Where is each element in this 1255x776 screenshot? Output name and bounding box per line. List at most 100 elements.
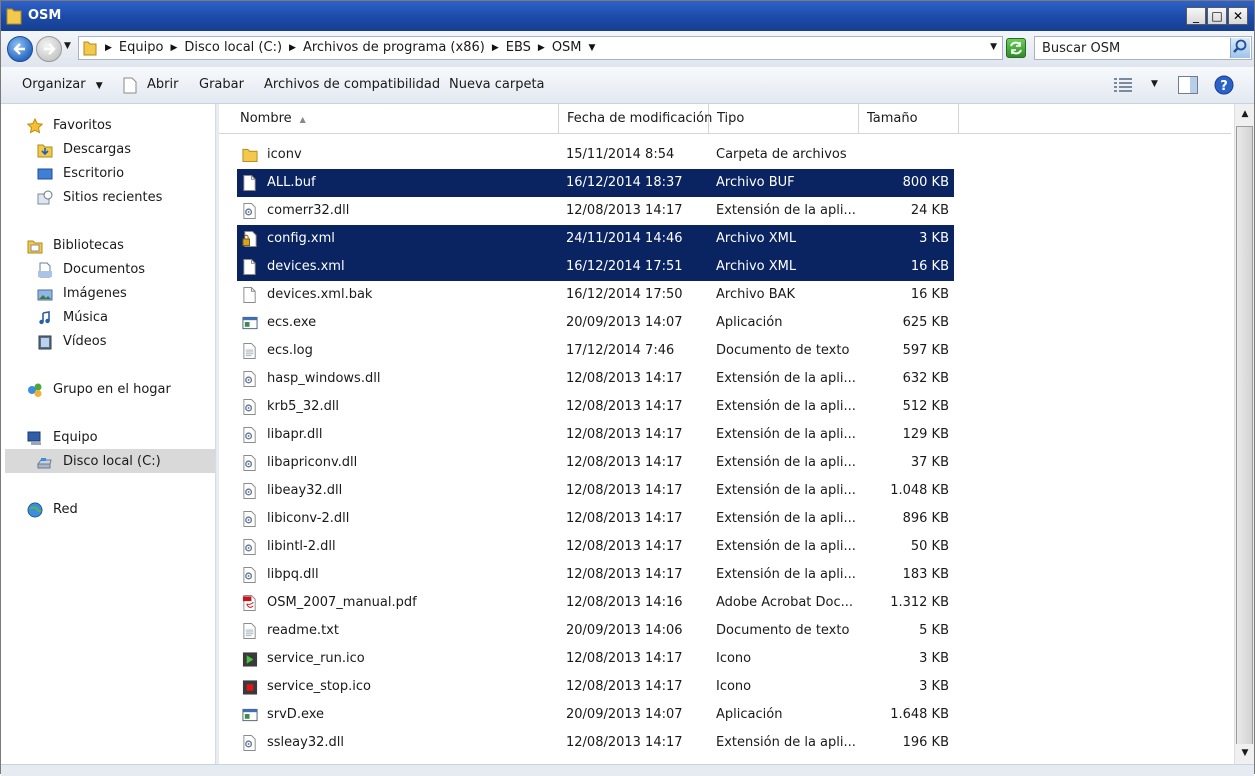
burn-button[interactable]: Grabar <box>199 77 244 92</box>
file-row[interactable]: ecs.exe 20/09/2013 14:07 Aplicación 625 KB <box>237 309 954 337</box>
preview-pane-icon[interactable] <box>1178 76 1198 94</box>
view-options-dropdown-icon[interactable]: ▼ <box>1151 79 1158 89</box>
file-date: 20/09/2013 14:06 <box>566 623 683 638</box>
nav-label: Disco local (C:) <box>63 454 161 469</box>
text-file-icon <box>243 623 256 639</box>
file-type: Extensión de la apli... <box>716 399 856 414</box>
breadcrumb-item[interactable]: Disco local (C:) <box>181 40 285 55</box>
open-button[interactable]: Abrir <box>147 77 178 92</box>
title-bar[interactable]: OSM _ □ ✕ <box>1 1 1254 31</box>
file-date: 12/08/2013 14:17 <box>566 455 683 470</box>
file-name: krb5_32.dll <box>267 399 340 414</box>
file-row[interactable]: libiconv-2.dll 12/08/2013 14:17 Extensión … <box>237 505 954 533</box>
breadcrumb-separator-icon[interactable]: ▶ <box>285 43 300 53</box>
scrollbar-thumb[interactable] <box>1236 126 1253 746</box>
file-row[interactable]: ecs.log 17/12/2014 7:46 Documento de texto… <box>237 337 954 365</box>
pdf-file-icon <box>242 595 256 611</box>
column-header-date[interactable]: Fecha de modificación <box>559 104 712 133</box>
vertical-scrollbar[interactable]: ▲ ▼ <box>1234 104 1254 764</box>
file-name: service_run.ico <box>267 651 365 666</box>
file-name: devices.xml.bak <box>267 287 373 302</box>
close-button[interactable]: ✕ <box>1228 7 1248 25</box>
breadcrumb-separator-icon[interactable]: ▶ <box>488 43 503 53</box>
file-row[interactable]: hasp_windows.dll 12/08/2013 14:17 Extensió… <box>237 365 954 393</box>
column-header-type[interactable]: Tipo <box>709 104 859 133</box>
dll-file-icon <box>243 539 256 555</box>
forward-button[interactable] <box>36 36 62 62</box>
file-row[interactable]: srvD.exe 20/09/2013 14:07 Aplicación 1.648 … <box>237 701 954 729</box>
help-icon[interactable]: ? <box>1214 75 1234 95</box>
file-name: service_stop.ico <box>267 679 371 694</box>
file-row[interactable]: iconv 15/11/2014 8:54 Carpeta de archivos <box>237 141 954 169</box>
homegroup-icon <box>28 383 42 397</box>
nav-label: Sitios recientes <box>63 190 163 205</box>
maximize-button[interactable]: □ <box>1207 7 1227 25</box>
column-header-size[interactable]: Tamaño <box>859 104 959 133</box>
back-button[interactable] <box>7 36 33 62</box>
dll-file-icon <box>243 399 256 415</box>
folder-icon <box>242 148 258 163</box>
pane-splitter[interactable] <box>215 104 219 764</box>
file-type: Archivo XML <box>716 231 797 246</box>
file-row[interactable]: devices.xml.bak 16/12/2014 17:50 Archivo B… <box>237 281 954 309</box>
scroll-up-icon[interactable]: ▲ <box>1236 105 1254 123</box>
file-type: Archivo XML <box>716 259 797 274</box>
breadcrumb-separator-icon[interactable]: ▶ <box>166 43 181 53</box>
breadcrumb-separator-icon[interactable]: ▶ <box>534 43 549 53</box>
breadcrumb-separator-icon[interactable]: ▼ <box>585 43 600 53</box>
file-row[interactable]: readme.txt 20/09/2013 14:06 Documento de t… <box>237 617 954 645</box>
file-row[interactable]: service_run.ico 12/08/2013 14:17 Icono 3 KB <box>237 645 954 673</box>
breadcrumb-item[interactable]: Equipo <box>116 40 167 55</box>
column-header: Nombre ▲ Fecha de modificación Tipo Tamañ… <box>219 104 1231 134</box>
organize-label: Organizar <box>22 77 86 92</box>
search-button[interactable] <box>1230 38 1250 58</box>
file-row[interactable]: krb5_32.dll 12/08/2013 14:17 Extensión de … <box>237 393 954 421</box>
file-name: hasp_windows.dll <box>267 371 381 386</box>
file-row[interactable]: comerr32.dll 12/08/2013 14:17 Extensión de… <box>237 197 954 225</box>
network-globe-icon <box>27 502 43 518</box>
folder-icon <box>6 8 22 25</box>
column-header-name[interactable]: Nombre ▲ <box>219 104 559 133</box>
file-row[interactable]: libpq.dll 12/08/2013 14:17 Extensión de la… <box>237 561 954 589</box>
file-name: devices.xml <box>267 259 345 274</box>
recent-pages-dropdown-icon[interactable]: ▼ <box>64 41 71 51</box>
scroll-down-icon[interactable]: ▼ <box>1236 744 1254 762</box>
file-date: 12/08/2013 14:17 <box>566 539 683 554</box>
search-input[interactable]: Buscar OSM <box>1034 36 1252 60</box>
refresh-button[interactable] <box>1006 38 1026 58</box>
file-row[interactable]: libapriconv.dll 12/08/2013 14:17 Extensión… <box>237 449 954 477</box>
organize-menu[interactable]: Organizar ▼ <box>22 77 103 92</box>
file-row[interactable]: OSM_2007_manual.pdf 12/08/2013 14:16 Adobe… <box>237 589 954 617</box>
file-row[interactable]: service_stop.ico 12/08/2013 14:17 Icono 3 K… <box>237 673 954 701</box>
file-row[interactable]: libapr.dll 12/08/2013 14:17 Extensión de l… <box>237 421 954 449</box>
file-type: Extensión de la apli... <box>716 483 856 498</box>
file-row[interactable]: devices.xml 16/12/2014 17:51 Archivo XML 16… <box>237 253 954 281</box>
text-file-icon <box>243 343 256 359</box>
view-details-icon[interactable] <box>1114 78 1132 92</box>
address-history-dropdown-icon[interactable]: ▼ <box>990 42 997 52</box>
file-row[interactable]: libintl-2.dll 12/08/2013 14:17 Extensión d… <box>237 533 954 561</box>
compatibility-files-button[interactable]: Archivos de compatibilidad <box>264 77 440 92</box>
file-date: 12/08/2013 14:17 <box>566 203 683 218</box>
file-date: 20/09/2013 14:07 <box>566 315 683 330</box>
new-folder-button[interactable]: Nueva carpeta <box>449 77 545 92</box>
file-row[interactable]: ALL.buf 16/12/2014 18:37 Archivo BUF 800 KB <box>237 169 954 197</box>
file-name: libeay32.dll <box>267 483 343 498</box>
search-placeholder: Buscar OSM <box>1042 41 1121 56</box>
file-row[interactable]: libeay32.dll 12/08/2013 14:17 Extensión de… <box>237 477 954 505</box>
nav-label: Bibliotecas <box>53 238 124 253</box>
file-size: 800 KB <box>902 175 949 190</box>
breadcrumb-separator-icon[interactable]: ▶ <box>101 43 116 53</box>
file-type: Icono <box>716 679 752 694</box>
file-type: Archivo BAK <box>716 287 796 302</box>
file-row[interactable]: ssleay32.dll 12/08/2013 14:17 Extensión de… <box>237 729 954 757</box>
breadcrumb-item[interactable]: OSM <box>549 40 585 55</box>
file-row[interactable]: config.xml 24/11/2014 14:46 Archivo XML 3 K… <box>237 225 954 253</box>
breadcrumb-item[interactable]: Archivos de programa (x86) <box>300 40 488 55</box>
application-icon <box>242 708 258 722</box>
address-input[interactable]: ▶ Equipo ▶ Disco local (C:) ▶ Archivos d… <box>78 36 1003 60</box>
breadcrumb-item[interactable]: EBS <box>503 40 534 55</box>
dll-file-icon <box>243 483 256 499</box>
minimize-button[interactable]: _ <box>1186 7 1206 25</box>
stop-icon <box>242 680 258 695</box>
